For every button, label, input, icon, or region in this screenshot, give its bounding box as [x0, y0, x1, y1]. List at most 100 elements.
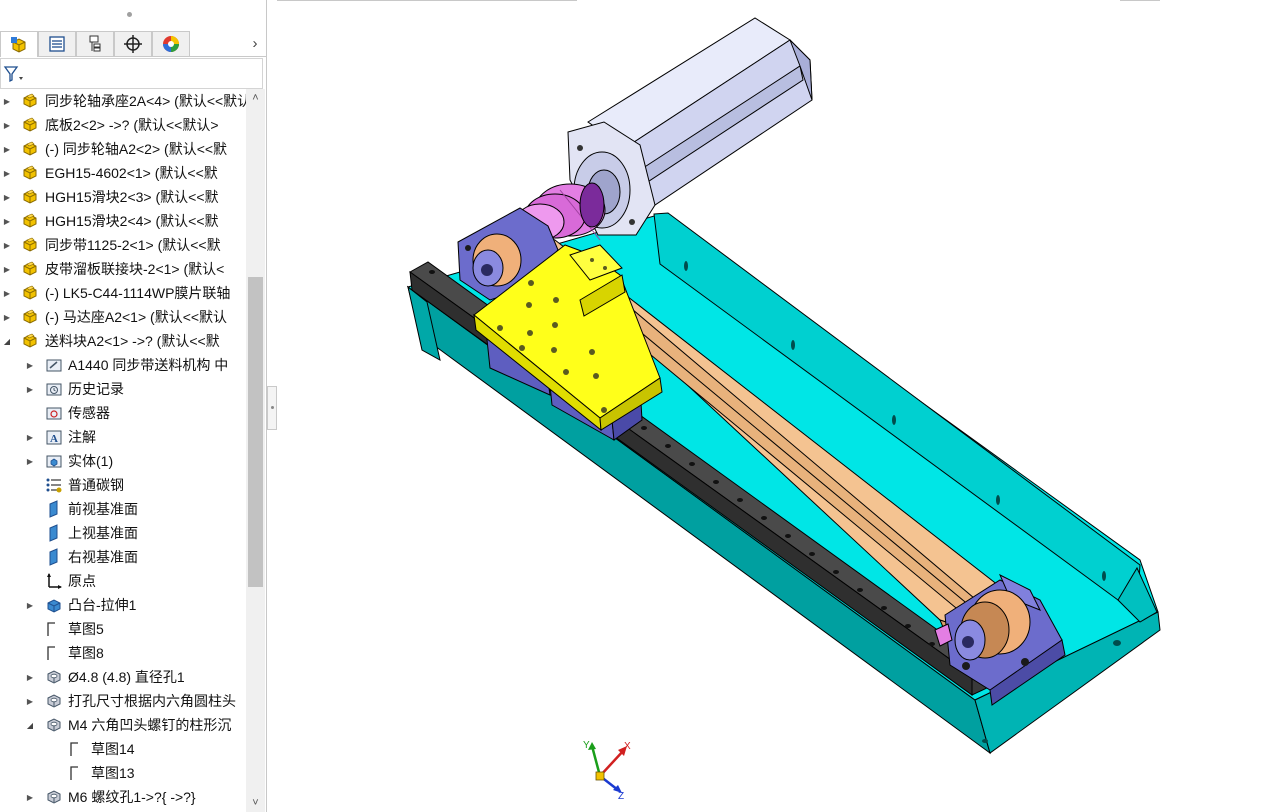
tree-node[interactable]: ▶ (-) LK5-C44-1114WP膜片联轴: [0, 281, 246, 305]
part-icon: [21, 188, 39, 206]
tree-node-label: HGH15滑块2<4> (默认<<默: [45, 213, 219, 229]
expand-arrow-icon[interactable]: ▶: [2, 168, 12, 178]
manager-tab-bar: ›: [0, 30, 267, 57]
tree-node-label: 草图8: [68, 645, 104, 661]
expand-arrow-icon[interactable]: ▶: [25, 360, 35, 370]
tab-scroll-right-icon[interactable]: ›: [246, 32, 264, 54]
tree-vertical-scrollbar[interactable]: ˄ ˅: [246, 89, 265, 812]
collapse-arrow-icon[interactable]: ◢: [2, 336, 12, 346]
feature-tree: ▶ 同步轮轴承座2A<4> (默认<<默认> ▶ 底板2<2> ->? (默认<<默认…: [0, 89, 246, 812]
tree-node-label: 右视基准面: [68, 549, 138, 565]
panel-grip[interactable]: [127, 12, 132, 17]
expand-arrow-icon[interactable]: ▶: [25, 792, 35, 802]
tree-node[interactable]: ▶ A1440 同步带送料机构 中: [0, 353, 246, 377]
configuration-icon: [89, 35, 101, 52]
tree-node-label: 草图5: [68, 621, 104, 637]
tree-node-label: 原点: [68, 573, 96, 589]
tree-node[interactable]: ▶ 皮带溜板联接块-2<1> (默认<: [0, 257, 246, 281]
tree-node-label: A1440 同步带送料机构 中: [68, 357, 229, 373]
tree-node[interactable]: 前视基准面: [0, 497, 246, 521]
tree-node[interactable]: 右视基准面: [0, 545, 246, 569]
expand-arrow-icon[interactable]: ▶: [2, 192, 12, 202]
expand-arrow-icon[interactable]: ▶: [2, 144, 12, 154]
tree-node[interactable]: ▶ 底板2<2> ->? (默认<<默认>: [0, 113, 246, 137]
expand-arrow-icon[interactable]: ▶: [25, 432, 35, 442]
expand-arrow-icon[interactable]: ▶: [25, 384, 35, 394]
tree-node-label: EGH15-4602<1> (默认<<默: [45, 165, 218, 181]
tab-feature-manager[interactable]: [0, 31, 38, 57]
scroll-down-arrow-icon[interactable]: ˅: [246, 794, 265, 812]
filter-icon[interactable]: [3, 64, 25, 84]
tree-node-label: 送料块A2<1> ->? (默认<<默: [45, 333, 220, 349]
collapse-arrow-icon[interactable]: ◢: [25, 720, 35, 730]
tree-node[interactable]: ▶ Ø4.8 (4.8) 直径孔1: [0, 665, 246, 689]
tree-node[interactable]: 普通碳钢: [0, 473, 246, 497]
servo-motor[interactable]: [567, 17, 813, 236]
expand-arrow-icon[interactable]: ▶: [2, 288, 12, 298]
tree-node[interactable]: ▶ HGH15滑块2<3> (默认<<默: [0, 185, 246, 209]
sketch-icon: [68, 764, 86, 782]
tree-node[interactable]: 草图5: [0, 617, 246, 641]
reference-triad: Y X Z: [583, 740, 631, 800]
expand-arrow-icon[interactable]: ▶: [25, 672, 35, 682]
scroll-up-arrow-icon[interactable]: ˄: [246, 89, 265, 107]
expand-arrow-icon[interactable]: ▶: [2, 264, 12, 274]
tree-node-label: 历史记录: [68, 381, 124, 397]
expand-arrow-icon[interactable]: ▶: [2, 120, 12, 130]
hole-icon: [45, 668, 63, 686]
panel-splitter-handle[interactable]: [267, 386, 277, 430]
expand-arrow-icon[interactable]: ▶: [25, 600, 35, 610]
crosshair-icon: [124, 35, 142, 53]
expand-arrow-icon[interactable]: ▶: [25, 696, 35, 706]
tree-node[interactable]: 原点: [0, 569, 246, 593]
tree-node[interactable]: ▶ 实体(1): [0, 449, 246, 473]
tree-node-label: 实体(1): [68, 453, 114, 469]
folder-link-icon: [45, 356, 63, 374]
tree-node[interactable]: ◢ M4 六角凹头螺钉的柱形沉: [0, 713, 246, 737]
splitter-grip-icon: [271, 406, 274, 409]
tab-dimxpert-manager[interactable]: [114, 31, 152, 56]
tree-node[interactable]: 草图13: [0, 761, 246, 785]
tree-node[interactable]: ▶ (-) 马达座A2<1> (默认<<默认: [0, 305, 246, 329]
expand-arrow-icon[interactable]: ▶: [2, 240, 12, 250]
tree-node[interactable]: ▶ A 注解: [0, 425, 246, 449]
tree-node[interactable]: 草图8: [0, 641, 246, 665]
tree-node[interactable]: ▶ EGH15-4602<1> (默认<<默: [0, 161, 246, 185]
triad-y-label: Y: [583, 740, 590, 751]
plane-icon: [45, 500, 63, 518]
solid-bodies-icon: [45, 452, 63, 470]
part-icon: [21, 332, 39, 350]
tree-node[interactable]: ▶ 历史记录: [0, 377, 246, 401]
graphics-viewport[interactable]: Y X Z: [277, 0, 1267, 812]
tree-node[interactable]: ▶ (-) 同步轮轴A2<2> (默认<<默: [0, 137, 246, 161]
tree-node-label: 注解: [68, 429, 96, 445]
expand-arrow-icon[interactable]: ▶: [2, 312, 12, 322]
scroll-thumb[interactable]: [248, 277, 263, 587]
tree-node-label: M6 螺纹孔1->?{ ->?}: [68, 789, 196, 805]
tree-node[interactable]: 传感器: [0, 401, 246, 425]
part-icon: [21, 164, 39, 182]
assembly-model[interactable]: [277, 0, 1267, 812]
sensor-icon: [45, 404, 63, 422]
hole-icon: [45, 788, 63, 806]
sketch-icon: [68, 740, 86, 758]
tree-filter-bar[interactable]: [0, 58, 263, 89]
tab-property-manager[interactable]: [38, 31, 76, 56]
tab-display-manager[interactable]: [152, 31, 190, 56]
expand-arrow-icon[interactable]: ▶: [2, 216, 12, 226]
triad-z-label: Z: [618, 791, 624, 800]
tree-node[interactable]: 上视基准面: [0, 521, 246, 545]
expand-arrow-icon[interactable]: ▶: [25, 456, 35, 466]
tree-node[interactable]: ▶ 打孔尺寸根据内六角圆柱头: [0, 689, 246, 713]
tree-node[interactable]: 草图14: [0, 737, 246, 761]
tree-node[interactable]: ▶ 同步带1125-2<1> (默认<<默: [0, 233, 246, 257]
tree-node-label: Ø4.8 (4.8) 直径孔1: [68, 669, 185, 685]
tree-node[interactable]: ▶ HGH15滑块2<4> (默认<<默: [0, 209, 246, 233]
tab-configuration-manager[interactable]: [76, 31, 114, 56]
tree-node[interactable]: ▶ 凸台-拉伸1: [0, 593, 246, 617]
expand-arrow-icon[interactable]: ▶: [2, 96, 12, 106]
tree-node[interactable]: ▶ M6 螺纹孔1->?{ ->?}: [0, 785, 246, 809]
part-icon: [21, 260, 39, 278]
tree-node[interactable]: ▶ 同步轮轴承座2A<4> (默认<<默认>: [0, 89, 246, 113]
tree-node[interactable]: ◢ 送料块A2<1> ->? (默认<<默: [0, 329, 246, 353]
